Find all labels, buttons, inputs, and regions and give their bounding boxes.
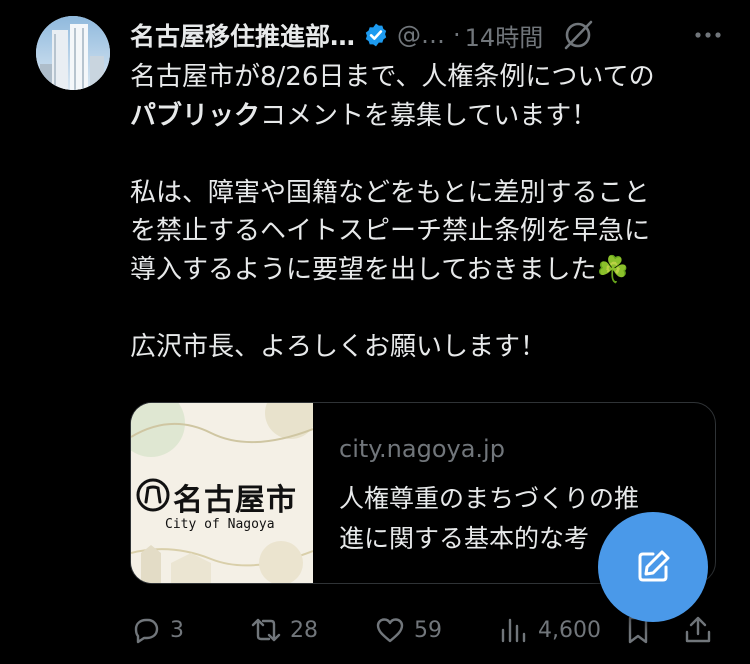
verified-badge-icon	[365, 23, 387, 47]
grok-icon[interactable]	[561, 18, 595, 52]
tweet-text-span: コメントを募集しています！	[260, 100, 598, 131]
like-count: 59	[414, 617, 442, 643]
retweet-icon	[251, 618, 281, 642]
nagoya-logo-subtext: City of Nagoya	[165, 517, 275, 532]
heart-icon	[376, 618, 404, 643]
reply-icon	[134, 618, 159, 644]
like-button[interactable]: 59	[374, 610, 442, 650]
views-button[interactable]: 4,600	[498, 610, 601, 650]
tweet-text: 名古屋市が8/26日まで、人権条例についての パブリックコメントを募集しています…	[130, 58, 730, 366]
author-handle[interactable]: @…	[397, 21, 445, 49]
tweet-line: 私は、障害や国籍などをもとに差別すること	[130, 177, 650, 208]
retweet-button[interactable]: 28	[250, 610, 318, 650]
tweet-line: 名古屋市が8/26日まで、人権条例についての	[130, 62, 655, 92]
reply-button[interactable]: 3	[130, 610, 184, 650]
card-thumbnail: 名古屋市 City of Nagoya	[131, 403, 313, 583]
nagoya-emblem-icon	[136, 478, 170, 512]
share-button[interactable]	[682, 610, 714, 650]
tweet-line: 導入するように要望を出しておきました☘️	[130, 251, 730, 290]
more-options-icon[interactable]	[694, 14, 722, 56]
retweet-count: 28	[290, 617, 318, 643]
shamrock-emoji: ☘️	[596, 254, 629, 285]
tweet-line: パブリックコメントを募集しています！	[130, 97, 730, 136]
compose-button[interactable]	[598, 512, 708, 622]
views-icon	[501, 618, 526, 643]
tweet-line: 広沢市長、よろしくお願いします！	[130, 331, 547, 362]
reply-count: 3	[170, 617, 184, 643]
separator-dot: ·	[453, 21, 461, 49]
tweet-header: 名古屋移住推進部… @… · 14時間	[130, 14, 740, 56]
avatar[interactable]	[36, 16, 110, 90]
tweet-time[interactable]: 14時間	[465, 18, 544, 53]
bold-text: パブリック	[130, 100, 261, 131]
share-icon	[685, 616, 711, 643]
author-name[interactable]: 名古屋移住推進部…	[130, 17, 355, 53]
card-domain: city.nagoya.jp	[339, 435, 505, 463]
compose-icon	[638, 550, 670, 582]
view-count: 4,600	[538, 617, 601, 643]
nagoya-logo-text: 名古屋市	[173, 483, 297, 518]
tweet-line: を禁止するヘイトスピーチ禁止条例を早急に	[130, 216, 651, 246]
tweet-text-span: 導入するように要望を出しておきました	[130, 254, 597, 285]
